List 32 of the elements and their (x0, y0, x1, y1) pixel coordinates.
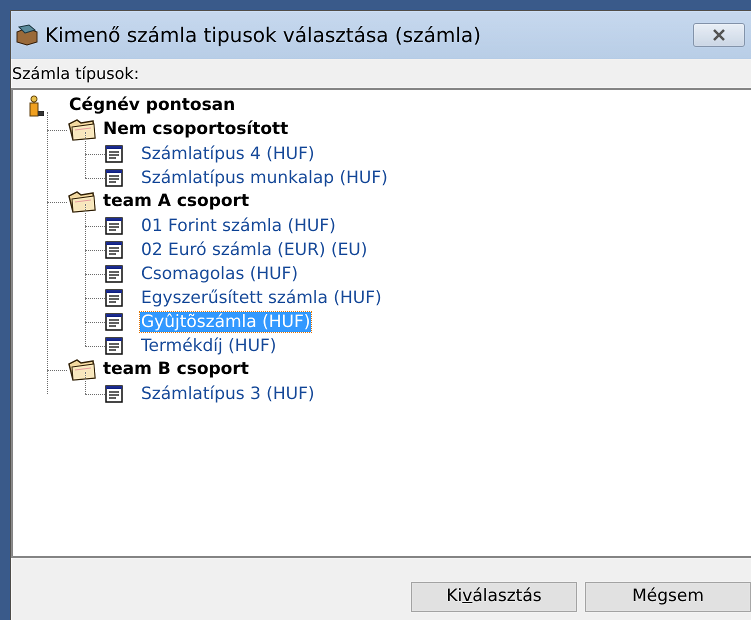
tree-group[interactable]: team A csoport (103, 189, 250, 215)
window-title: Kimenő számla tipusok választása (számla) (45, 22, 481, 49)
folder-icon (67, 358, 97, 382)
document-icon (105, 145, 123, 163)
tree-item[interactable]: Termékdíj (HUF) (140, 336, 278, 356)
tree-item[interactable]: Csomagolas (HUF) (140, 264, 299, 284)
document-icon (105, 313, 123, 331)
tree-group[interactable]: Nem csoportosított (103, 117, 288, 143)
dialog-button[interactable]: Kiválasztás (411, 582, 577, 612)
close-icon (712, 29, 726, 41)
tree-group[interactable]: team B csoport (103, 357, 249, 383)
close-button[interactable] (693, 23, 745, 47)
document-icon (105, 337, 123, 355)
person-icon (27, 95, 45, 117)
tree-root[interactable]: Cégnév pontosan (69, 93, 236, 119)
tree-item[interactable]: 02 Euró számla (EUR) (EU) (140, 240, 368, 260)
tree-item[interactable]: Számlatípus 3 (HUF) (140, 384, 316, 404)
document-icon (105, 217, 123, 235)
tree-item[interactable]: Számlatípus 4 (HUF) (140, 144, 316, 164)
tree-label: Számla típusok: (12, 64, 140, 84)
document-icon (105, 265, 123, 283)
document-icon (105, 385, 123, 403)
tree-item[interactable]: Számlatípus munkalap (HUF) (140, 168, 389, 188)
folder-icon (67, 190, 97, 214)
document-icon (105, 241, 123, 259)
box-icon (15, 24, 39, 46)
folder-icon (67, 118, 97, 142)
dialog-button[interactable]: Mégsem (585, 582, 751, 612)
document-icon (105, 169, 123, 187)
tree-item[interactable]: 01 Forint számla (HUF) (140, 216, 337, 236)
tree-item[interactable]: Egyszerűsített számla (HUF) (140, 288, 383, 308)
document-icon (105, 289, 123, 307)
